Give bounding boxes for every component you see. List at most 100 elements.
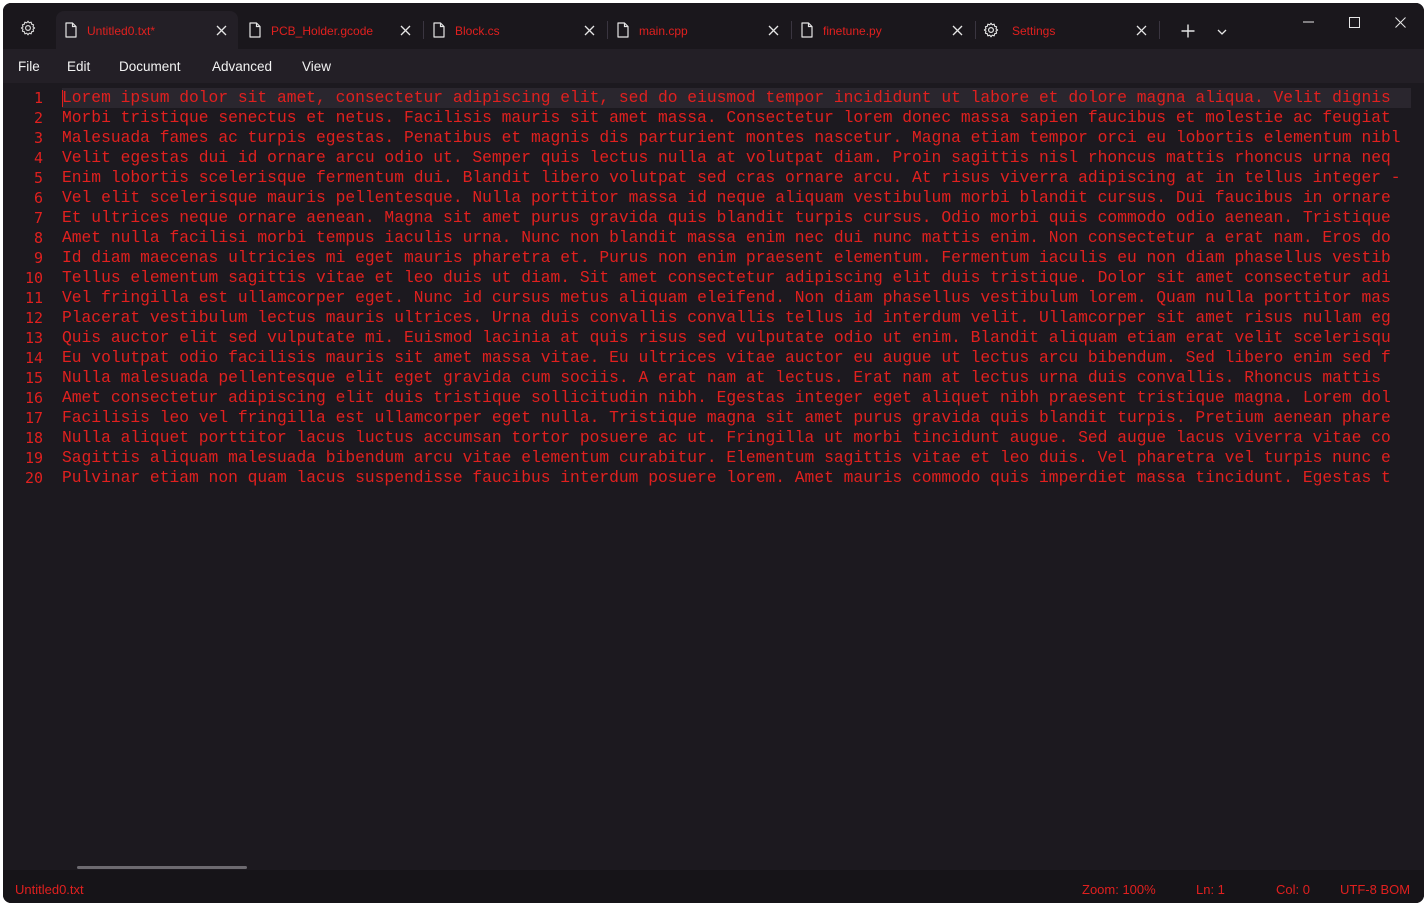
file-icon — [617, 22, 629, 38]
minimize-icon — [1302, 21, 1314, 23]
line-number: 6 — [33, 189, 43, 207]
code-line[interactable]: Velit egestas dui id ornare arcu odio ut… — [62, 148, 1411, 168]
file-icon — [801, 22, 813, 38]
close-icon — [1136, 25, 1146, 35]
app-settings-button[interactable] — [15, 17, 41, 39]
code-line[interactable]: Placerat vestibulum lectus mauris ultric… — [62, 308, 1411, 328]
tab-label: PCB_Holder.gcode — [271, 24, 374, 38]
close-tab-button[interactable] — [764, 21, 782, 39]
title-bar: Untitled0.txt* PCB_Holder.gcode Block.cs — [3, 3, 1424, 49]
tab-label: main.cpp — [639, 24, 688, 38]
line-number: 15 — [24, 369, 43, 387]
text-editor[interactable]: 1 2 3 4 5 6 7 8 9 10 11 12 13 14 15 16 1… — [3, 83, 1424, 870]
line-number: 3 — [33, 129, 43, 147]
line-number: 7 — [33, 209, 43, 227]
tab-block-cs[interactable]: Block.cs — [424, 11, 606, 49]
status-line: Ln: 1 — [1196, 882, 1225, 897]
code-line[interactable]: Enim lobortis scelerisque fermentum dui.… — [62, 168, 1411, 188]
close-icon — [400, 25, 410, 35]
gear-icon — [983, 22, 999, 38]
line-number-gutter: 1 2 3 4 5 6 7 8 9 10 11 12 13 14 15 16 1… — [3, 88, 47, 488]
code-line[interactable]: Sagittis aliquam malesuada bibendum arcu… — [62, 448, 1411, 468]
line-number: 16 — [24, 389, 43, 407]
close-icon — [584, 25, 594, 35]
code-line[interactable]: Morbi tristique senectus et netus. Facil… — [62, 108, 1411, 128]
line-number: 8 — [33, 229, 43, 247]
tab-list-button[interactable] — [1211, 21, 1233, 43]
close-tab-button[interactable] — [580, 21, 598, 39]
new-tab-button[interactable] — [1175, 19, 1201, 43]
file-icon — [433, 22, 445, 38]
line-number: 14 — [24, 349, 43, 367]
text-caret — [62, 90, 63, 107]
line-number: 10 — [24, 269, 43, 287]
line-number: 4 — [33, 149, 43, 167]
minimize-button[interactable] — [1288, 9, 1328, 35]
code-line[interactable]: Tellus elementum sagittis vitae et leo d… — [62, 268, 1411, 288]
code-line[interactable]: Vel elit scelerisque mauris pellentesque… — [62, 188, 1411, 208]
code-line[interactable]: Amet consectetur adipiscing elit duis tr… — [62, 388, 1411, 408]
tab-untitled0-txt[interactable]: Untitled0.txt* — [56, 11, 238, 49]
line-number: 17 — [24, 409, 43, 427]
editor-window: Untitled0.txt* PCB_Holder.gcode Block.cs — [3, 3, 1424, 903]
line-number: 19 — [24, 449, 43, 467]
tab-label: Block.cs — [455, 24, 500, 38]
code-line[interactable]: Quis auctor elit sed vulputate mi. Euism… — [62, 328, 1411, 348]
file-icon — [249, 22, 261, 38]
close-tab-button[interactable] — [212, 21, 230, 39]
code-line[interactable]: Nulla aliquet porttitor lacus luctus acc… — [62, 428, 1411, 448]
code-area[interactable]: Lorem ipsum dolor sit amet, consectetur … — [62, 88, 1411, 488]
code-line[interactable]: Id diam maecenas ultricies mi eget mauri… — [62, 248, 1411, 268]
menu-edit[interactable]: Edit — [67, 59, 90, 74]
status-bar: Untitled0.txt Zoom: 100% Ln: 1 Col: 0 UT… — [3, 870, 1424, 903]
line-number: 2 — [33, 109, 43, 127]
close-tab-button[interactable] — [948, 21, 966, 39]
maximize-button[interactable] — [1334, 9, 1374, 35]
line-number: 1 — [33, 89, 43, 107]
tab-finetune-py[interactable]: finetune.py — [792, 11, 974, 49]
close-icon — [768, 25, 778, 35]
menu-advanced[interactable]: Advanced — [212, 59, 272, 74]
code-line[interactable]: Facilisis leo vel fringilla est ullamcor… — [62, 408, 1411, 428]
code-line[interactable]: Malesuada fames ac turpis egestas. Penat… — [62, 128, 1411, 148]
tab-label: Settings — [1012, 24, 1056, 38]
line-number: 9 — [33, 249, 43, 267]
maximize-icon — [1348, 16, 1360, 28]
chevron-down-icon — [1217, 29, 1227, 35]
horizontal-scrollbar[interactable] — [77, 866, 247, 869]
code-line[interactable]: Et ultrices neque ornare aenean. Magna s… — [62, 208, 1411, 228]
file-icon — [65, 22, 77, 38]
menu-view[interactable]: View — [302, 59, 331, 74]
tab-label: Untitled0.txt* — [87, 24, 156, 38]
plus-icon — [1181, 24, 1195, 38]
code-line[interactable]: Vel fringilla est ullamcorper eget. Nunc… — [62, 288, 1411, 308]
tab-main-cpp[interactable]: main.cpp — [608, 11, 790, 49]
code-line[interactable]: Eu volutpat odio facilisis mauris sit am… — [62, 348, 1411, 368]
status-encoding[interactable]: UTF-8 BOM — [1340, 882, 1410, 897]
close-icon — [216, 25, 226, 35]
line-number: 12 — [24, 309, 43, 327]
tab-separator — [1159, 21, 1160, 39]
close-tab-button[interactable] — [1132, 21, 1150, 39]
code-line[interactable]: Amet nulla facilisi morbi tempus iaculis… — [62, 228, 1411, 248]
menu-document[interactable]: Document — [119, 59, 181, 74]
tab-label: finetune.py — [823, 24, 882, 38]
menu-bar: File Edit Document Advanced View — [3, 49, 1424, 83]
line-number: 11 — [24, 289, 43, 307]
tab-settings[interactable]: Settings — [976, 11, 1158, 49]
line-number: 5 — [33, 169, 43, 187]
code-line[interactable]: Pulvinar etiam non quam lacus suspendiss… — [62, 468, 1411, 488]
code-line[interactable]: Lorem ipsum dolor sit amet, consectetur … — [62, 88, 1411, 108]
status-column: Col: 0 — [1276, 882, 1310, 897]
close-window-button[interactable] — [1380, 9, 1420, 35]
close-tab-button[interactable] — [396, 21, 414, 39]
gear-icon — [20, 20, 36, 36]
status-zoom[interactable]: Zoom: 100% — [1082, 882, 1156, 897]
code-line[interactable]: Nulla malesuada pellentesque elit eget g… — [62, 368, 1411, 388]
tab-pcb-holder-gcode[interactable]: PCB_Holder.gcode — [240, 11, 422, 49]
menu-file[interactable]: File — [18, 59, 40, 74]
status-filename: Untitled0.txt — [15, 882, 84, 897]
close-icon — [952, 25, 962, 35]
line-number: 18 — [24, 429, 43, 447]
line-number: 13 — [24, 329, 43, 347]
